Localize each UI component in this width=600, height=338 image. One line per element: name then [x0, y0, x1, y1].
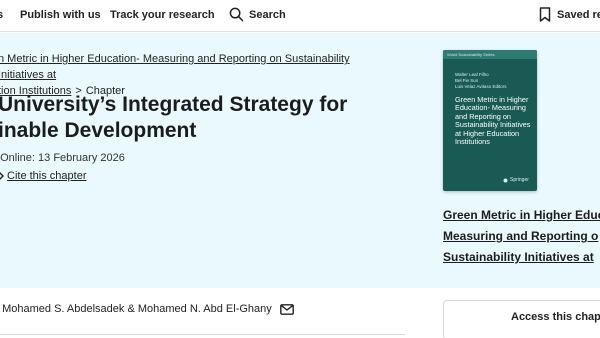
- search-icon: [229, 7, 244, 22]
- book-cover-title: Green Metric in Higher Education- Measur…: [455, 95, 531, 147]
- envelope-icon[interactable]: [279, 303, 294, 315]
- saved-research-label: Saved res: [557, 8, 600, 21]
- author-list: , Mohamed S. Abdelsadek & Mohamed N. Abd…: [0, 303, 294, 315]
- book-title-link[interactable]: Green Metric in Higher Educ Measuring an…: [443, 205, 600, 268]
- chapter-title: University’s Integrated Strategy for inab…: [0, 93, 348, 142]
- authors-text: , Mohamed S. Abdelsadek & Mohamed N. Abd…: [0, 303, 272, 315]
- saved-research-button[interactable]: Saved res: [539, 7, 600, 22]
- springer-horse-icon: [503, 178, 508, 182]
- chevron-right-icon: [0, 172, 4, 180]
- book-cover[interactable]: World Sustainability Series Walter Leal …: [443, 50, 537, 191]
- track-your-research-link[interactable]: Track your research: [110, 9, 215, 21]
- breadcrumb-book-link[interactable]: n Metric in Higher Education- Measuring …: [0, 53, 350, 97]
- published-date: t Online: 13 February 2026: [0, 152, 125, 164]
- publisher-logo: Springer: [503, 177, 529, 183]
- section-divider: [0, 334, 405, 335]
- publish-with-us-link[interactable]: Publish with us: [20, 9, 101, 21]
- top-navigation: s Publish with us Track your research Se…: [0, 0, 600, 32]
- access-heading: Access this chapte: [511, 311, 600, 323]
- search-label: Search: [249, 8, 286, 21]
- cite-label: Cite this chapter: [7, 170, 87, 182]
- book-series: World Sustainability Series: [443, 50, 537, 59]
- cite-this-chapter-link[interactable]: Cite this chapter: [0, 170, 86, 182]
- book-editors: Walter Leal Filho Bel Fie Sun Luis Velaz…: [455, 72, 507, 89]
- bookmark-icon: [539, 7, 551, 22]
- nav-partial-link[interactable]: s: [0, 9, 3, 21]
- search-button[interactable]: Search: [229, 7, 286, 22]
- access-panel: Access this chapte: [443, 300, 600, 338]
